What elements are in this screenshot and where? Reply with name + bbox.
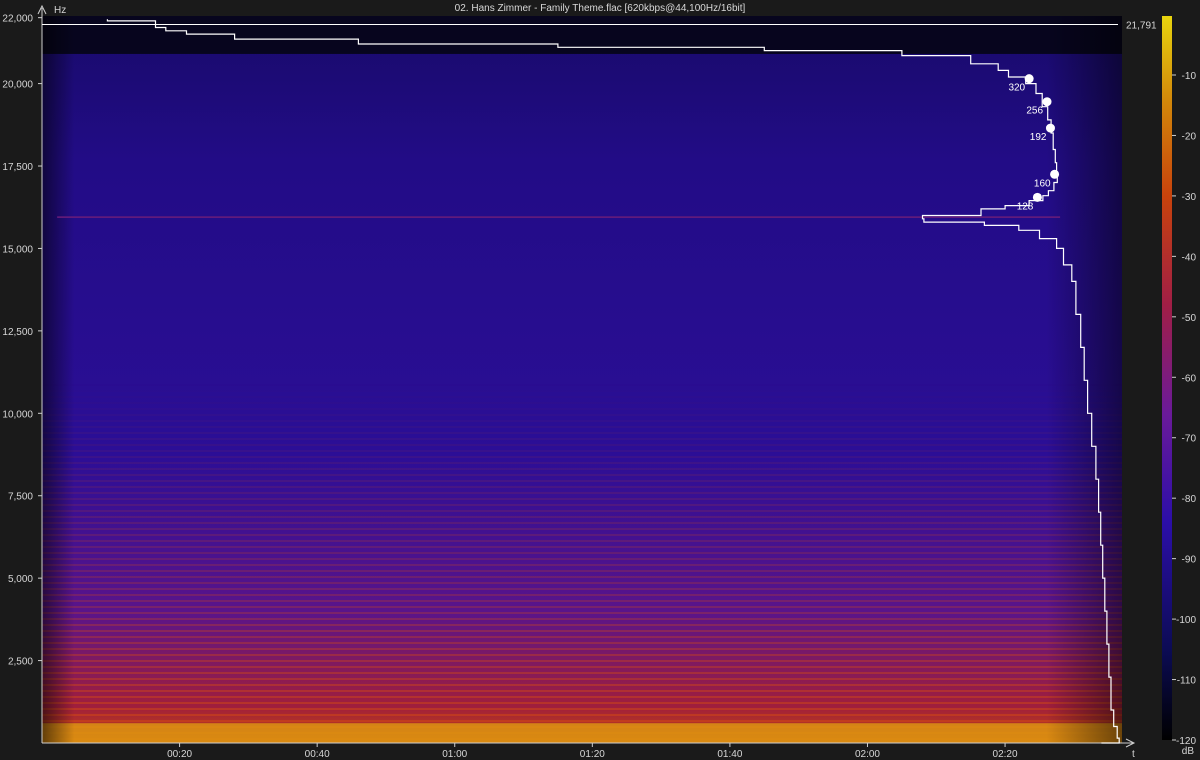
x-tick-label: 01:40: [717, 749, 742, 760]
spectrogram-chart: Hz t 2,500 5,000 7,500 10,000 12,500 15,000 17,5…: [2, 4, 1196, 760]
colorbar-tick-label: -80: [1182, 494, 1197, 505]
spectrogram-area: [42, 16, 1122, 743]
colorbar-tick-label: -10: [1182, 71, 1197, 82]
colorbar: -10-20-30-40-50-60-70-80-90-100-110-120d…: [1162, 16, 1196, 757]
y-tick-label: 20,000: [2, 80, 33, 91]
bitrate-label-128: 128: [1017, 201, 1034, 212]
colorbar-tick-label: -110: [1177, 676, 1197, 687]
x-tick-label: 00:40: [305, 749, 330, 760]
x-tick-label: 02:00: [855, 749, 880, 760]
bitrate-marker-192: [1045, 123, 1055, 133]
bitrate-marker-160: [1050, 169, 1060, 179]
colorbar-unit-label: dB: [1182, 746, 1195, 757]
y-tick-label: 2,500: [8, 657, 33, 668]
bitrate-marker-256: [1042, 97, 1052, 107]
bitrate-label-192: 192: [1030, 132, 1047, 143]
x-tick-label: 01:20: [580, 749, 605, 760]
cutoff-label: 21,791: [1126, 21, 1157, 32]
colorbar-tick-label: -60: [1182, 373, 1197, 384]
y-tick-label: 10,000: [2, 409, 33, 420]
y-tick-label: 15,000: [2, 244, 33, 255]
colorbar-tick-label: -40: [1182, 252, 1197, 263]
colorbar-tick-label: -90: [1182, 555, 1197, 566]
colorbar-tick-label: -100: [1176, 615, 1196, 626]
y-tick-label: 12,500: [2, 327, 33, 338]
bitrate-marker-320: [1024, 74, 1034, 84]
spectrogram-edge-fade: [42, 16, 1122, 743]
bitrate-label-320: 320: [1008, 83, 1025, 94]
x-tick-label: 01:00: [442, 749, 467, 760]
x-tick-label: 00:20: [167, 749, 192, 760]
colorbar-gradient: [1162, 16, 1172, 740]
colorbar-tick-label: -30: [1182, 192, 1197, 203]
y-tick-label: 22,000: [2, 14, 33, 25]
y-axis-label: Hz: [54, 5, 66, 16]
y-tick-label: 17,500: [2, 162, 33, 173]
bitrate-marker-128: [1032, 192, 1042, 202]
x-tick-label: 02:20: [993, 749, 1018, 760]
bitrate-label-160: 160: [1034, 178, 1051, 189]
y-tick-label: 7,500: [8, 492, 33, 503]
colorbar-tick-label: -50: [1182, 313, 1197, 324]
bitrate-label-256: 256: [1026, 106, 1043, 117]
colorbar-tick-label: -70: [1182, 434, 1197, 445]
x-axis-label: t: [1132, 749, 1135, 760]
y-tick-label: 5,000: [8, 574, 33, 585]
colorbar-tick-label: -20: [1182, 131, 1197, 142]
